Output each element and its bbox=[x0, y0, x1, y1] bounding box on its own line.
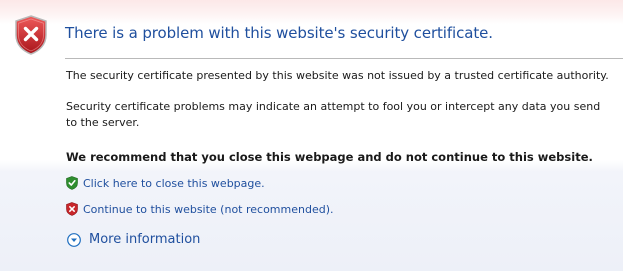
error-description: The security certificate presented by th… bbox=[66, 69, 609, 82]
certificate-error-page: There is a problem with this website's s… bbox=[0, 0, 623, 271]
more-information-toggle[interactable]: More information bbox=[67, 232, 200, 247]
error-warning: Security certificate problems may indica… bbox=[66, 100, 601, 129]
red-shield-x-icon bbox=[66, 202, 78, 216]
continue-to-website-link[interactable]: Continue to this website (not recommende… bbox=[66, 202, 334, 216]
close-webpage-label[interactable]: Click here to close this webpage. bbox=[83, 177, 265, 190]
recommendation-text: We recommend that you close this webpage… bbox=[66, 150, 593, 164]
continue-to-website-label[interactable]: Continue to this website (not recommende… bbox=[83, 203, 334, 216]
green-shield-check-icon bbox=[66, 176, 78, 190]
close-webpage-link[interactable]: Click here to close this webpage. bbox=[66, 176, 265, 190]
security-error-shield-icon bbox=[15, 15, 47, 55]
more-information-label[interactable]: More information bbox=[89, 232, 200, 247]
page-title: There is a problem with this website's s… bbox=[65, 24, 493, 42]
expand-chevron-icon bbox=[67, 232, 81, 247]
title-divider bbox=[65, 58, 623, 59]
